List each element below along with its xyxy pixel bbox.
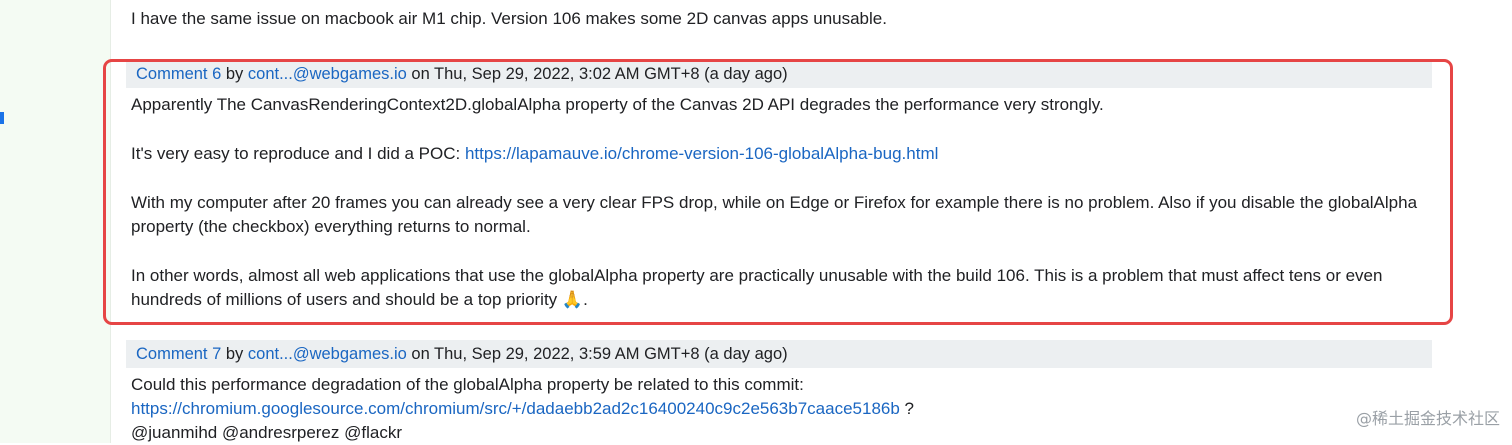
comment-7-date: on Thu, Sep 29, 2022, 3:59 AM GMT+8 (a d…: [406, 345, 788, 363]
comment-7-author-link[interactable]: cont...@webgames.io: [248, 345, 407, 363]
comment-7-link-line: https://chromium.googlesource.com/chromi…: [131, 397, 1427, 421]
comment-6-author-link[interactable]: cont...@webgames.io: [248, 65, 407, 83]
poc-link[interactable]: https://lapamauve.io/chrome-version-106-…: [465, 144, 938, 163]
comment-7-link[interactable]: Comment 7: [136, 345, 221, 363]
comment-6-paragraph-2: It's very easy to reproduce and I did a …: [131, 142, 1427, 166]
commit-link[interactable]: https://chromium.googlesource.com/chromi…: [131, 399, 900, 418]
comment-6-date: on Thu, Sep 29, 2022, 3:02 AM GMT+8 (a d…: [406, 65, 788, 83]
comment-7-header: Comment 7 by cont...@webgames.io on Thu,…: [126, 340, 1432, 368]
comment-6-paragraph-1: Apparently The CanvasRenderingContext2D.…: [131, 95, 1104, 114]
left-sidebar: [0, 0, 111, 443]
comment-6-paragraph-4: In other words, almost all web applicati…: [131, 266, 1383, 309]
comment-6-header: Comment 6 by cont...@webgames.io on Thu,…: [126, 60, 1432, 88]
comment-7-body: Could this performance degradation of th…: [131, 373, 1427, 445]
sidebar-marker: [0, 112, 4, 124]
comment-7-question: Could this performance degradation of th…: [131, 375, 804, 394]
comment-6-paragraph-3: With my computer after 20 frames you can…: [131, 193, 1418, 236]
by-label: by: [221, 65, 248, 83]
comment-6-body: Apparently The CanvasRenderingContext2D.…: [131, 93, 1427, 337]
comment-6-link[interactable]: Comment 6: [136, 65, 221, 83]
comment-7-mentions: @juanmihd @andresrperez @flackr: [131, 423, 402, 442]
watermark: @稀土掘金技术社区: [1355, 409, 1500, 428]
question-mark: ?: [899, 399, 914, 418]
comment-5-body: I have the same issue on macbook air M1 …: [131, 9, 887, 28]
poc-prefix: It's very easy to reproduce and I did a …: [131, 144, 465, 163]
comment-thread: I have the same issue on macbook air M1 …: [126, 0, 1432, 443]
by-label: by: [221, 345, 248, 363]
